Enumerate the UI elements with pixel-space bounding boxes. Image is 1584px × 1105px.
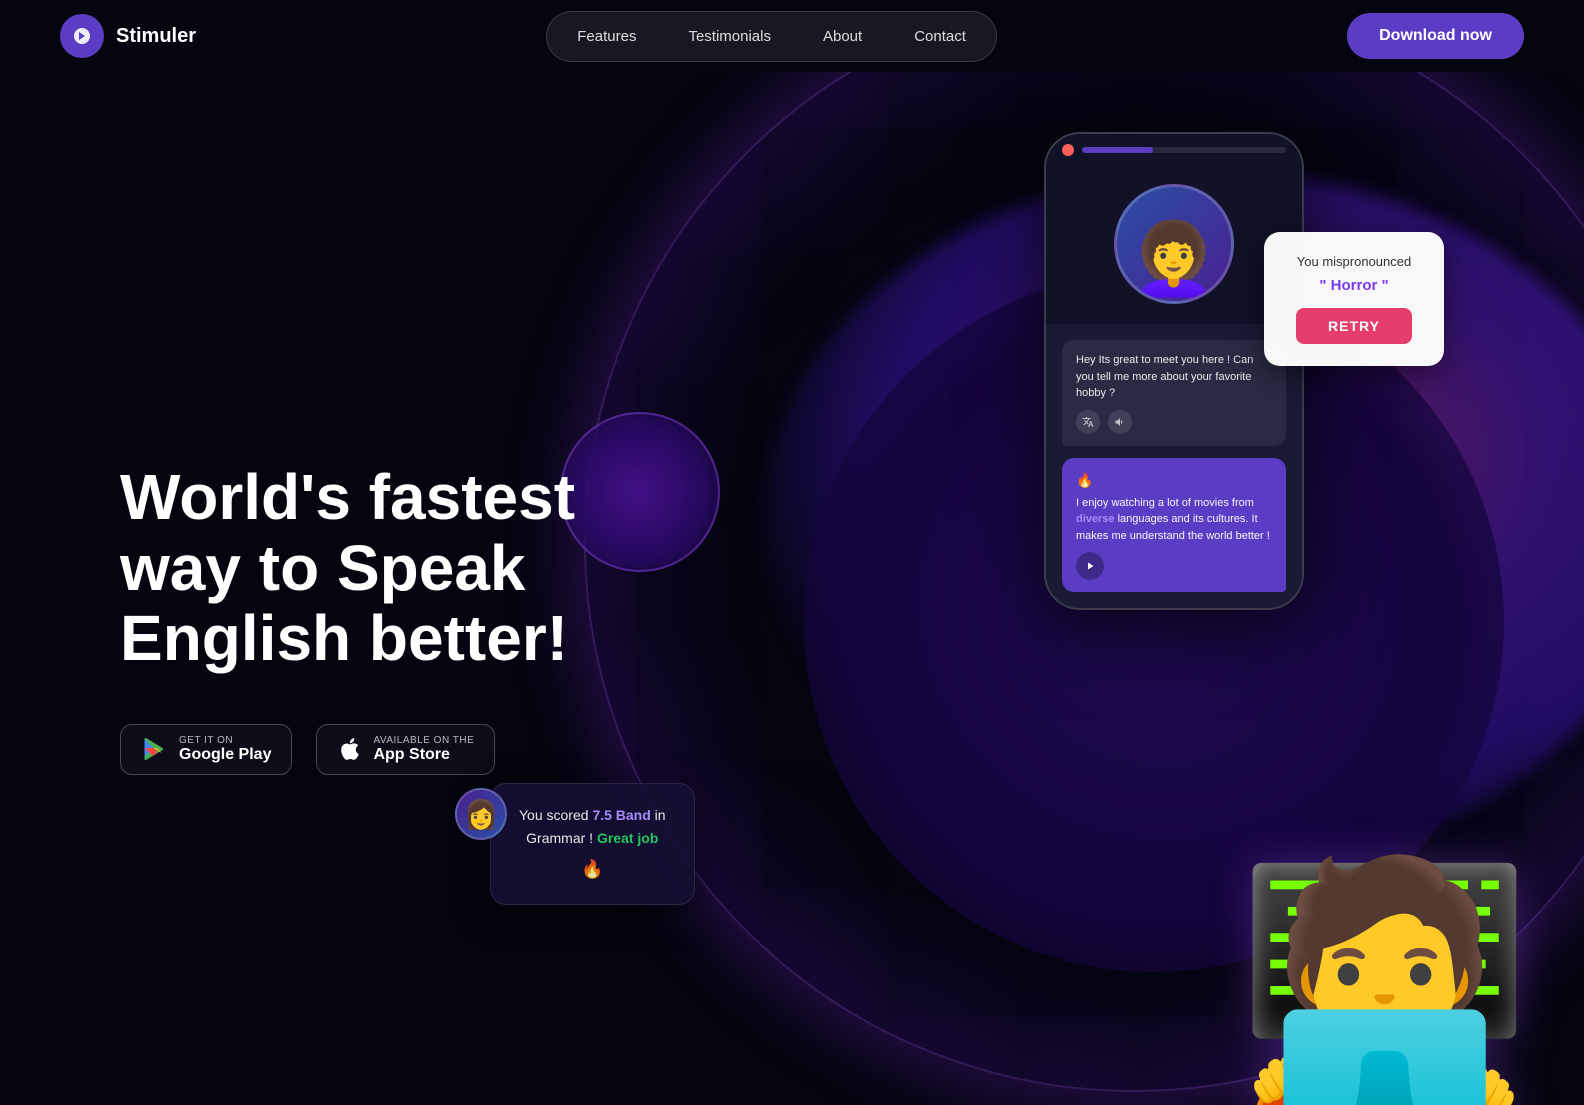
brand-name: Stimuler [116,25,196,48]
highlight-word: diverse [1076,513,1115,525]
user-chat-bubble: 🔥 I enjoy watching a lot of movies from … [1062,458,1286,593]
pronunciation-label: You mispronounced [1292,254,1416,269]
score-subject: Grammar ! [526,830,593,846]
hero-section: World's fastest way to Speak English bet… [0,72,1584,1105]
app-store-text: Available on the App Store [373,735,474,764]
score-middle: in [651,807,666,823]
pronunciation-card: You mispronounced " Horror " RETRY [1264,232,1444,366]
audio-icon-btn[interactable] [1108,410,1132,434]
nav-features[interactable]: Features [553,20,660,53]
hero-title: World's fastest way to Speak English bet… [120,462,680,673]
phone-close-btn [1062,144,1074,156]
google-play-main: Google Play [179,746,271,764]
play-button[interactable] [1076,552,1104,580]
google-play-icon [141,735,169,763]
phone-progress-fill [1082,147,1153,153]
navbar: Stimuler Features Testimonials About Con… [0,0,1584,72]
user-message-part1: I enjoy watching a lot of movies from [1076,497,1254,509]
phone-chat-area: Hey Its great to meet you here ! Can you… [1046,324,1302,608]
translate-icon-btn[interactable] [1076,410,1100,434]
retry-button[interactable]: RETRY [1296,308,1412,344]
ai-chat-bubble: Hey Its great to meet you here ! Can you… [1062,340,1286,446]
avatar-emoji: 👩‍🦱 [1130,219,1217,301]
nav-about[interactable]: About [799,20,886,53]
nav-testimonials[interactable]: Testimonials [664,20,795,53]
ai-message: Hey Its great to meet you here ! Can you… [1076,354,1253,399]
character-emoji: 🧑‍💻 [1235,865,1534,1105]
pronunciation-word: " Horror " [1292,277,1416,294]
nav-contact[interactable]: Contact [890,20,990,53]
phone-progress-bar [1082,147,1286,153]
play-icon [1084,560,1096,572]
hero-title-line1: World's fastest way to Speak [120,461,575,603]
score-card-avatar: 👩 [455,788,507,840]
audio-icon [1114,416,1126,428]
score-band: 7.5 Band [592,807,650,823]
hero-content: World's fastest way to Speak English bet… [0,402,680,774]
app-store-main: App Store [373,746,474,764]
word-pre: " [1319,277,1330,294]
phone-frame: 👩‍🦱 Hey Its great to meet you here ! Can… [1044,132,1304,610]
download-now-button[interactable]: Download now [1347,13,1524,59]
score-fire-emoji: 🔥 [519,855,666,884]
character-figure: 🧑‍💻 [1334,785,1534,1105]
translate-icon [1082,416,1094,428]
app-store-button[interactable]: Available on the App Store [316,724,495,775]
ai-avatar: 👩‍🦱 [1114,184,1234,304]
google-play-sub: GET IT ON [179,735,271,746]
apple-icon [337,736,363,762]
nav-links: Features Testimonials About Contact [546,11,997,62]
word-post: " [1377,277,1388,294]
score-grade: Great job [597,830,658,846]
score-prefix: You scored [519,807,592,823]
score-avatar-emoji: 👩 [464,798,499,831]
logo-icon [60,14,104,58]
phone-status-bar [1046,134,1302,164]
phone-mockup: 👩‍🦱 Hey Its great to meet you here ! Can… [1044,132,1324,610]
fire-emoji: 🔥 [1076,470,1272,491]
app-store-sub: Available on the [373,735,474,746]
chat-action-icons [1076,410,1272,434]
google-play-button[interactable]: GET IT ON Google Play [120,724,292,775]
score-card: You scored 7.5 Band in Grammar ! Great j… [490,783,695,905]
logo-area[interactable]: Stimuler [60,14,196,58]
score-card-text: You scored 7.5 Band in Grammar ! Great j… [519,804,666,884]
store-buttons: GET IT ON Google Play Available on the A… [120,724,680,775]
hero-title-line2: English better! [120,602,568,674]
google-play-text: GET IT ON Google Play [179,735,271,764]
mispronounced-word: Horror [1331,277,1378,294]
